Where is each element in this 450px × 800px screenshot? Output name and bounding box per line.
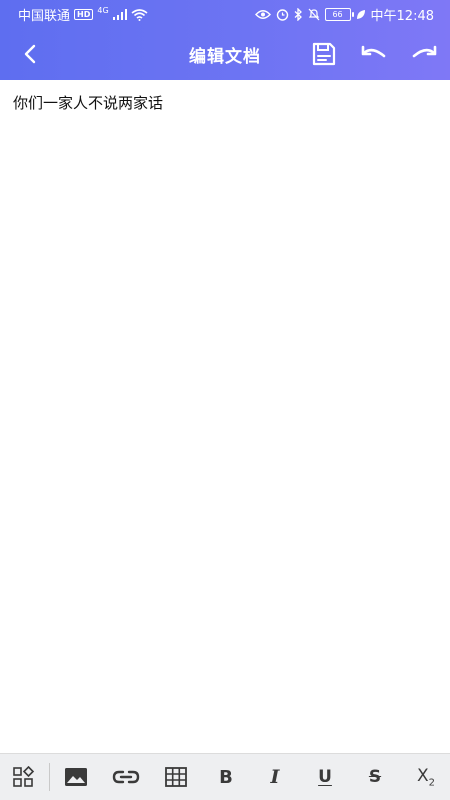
more-tools-button[interactable] (8, 762, 40, 792)
subscript-base: X (416, 765, 429, 786)
clock: 中午12:48 (370, 9, 434, 24)
save-icon (312, 42, 336, 66)
strikethrough-button[interactable]: S (359, 762, 391, 792)
widgets-icon (13, 766, 35, 787)
undo-icon (361, 45, 386, 58)
bold-icon: B (219, 766, 233, 788)
alarm-icon (276, 9, 288, 21)
table-icon (165, 767, 187, 787)
underline-icon: U (318, 767, 332, 787)
toolbar-divider (49, 763, 50, 791)
eye-icon (254, 10, 271, 19)
insert-table-button[interactable] (160, 762, 192, 792)
insert-link-button[interactable] (110, 762, 142, 792)
leaf-icon (356, 10, 365, 19)
format-toolbar: B I U S X2 (0, 753, 450, 800)
bluetooth-icon (294, 8, 302, 21)
document-text[interactable]: 你们一家人不说两家话 (13, 92, 163, 113)
carrier-label: 中国联通 (18, 9, 71, 24)
mute-icon (308, 8, 319, 21)
strikethrough-icon: S (368, 767, 382, 787)
redo-button[interactable] (408, 38, 440, 70)
redo-icon (412, 45, 437, 58)
signal-icon (112, 9, 127, 20)
app-header: 中国联通 HD 4G 66 中午12:48 编辑文档 (0, 0, 450, 80)
document-editor[interactable]: 你们一家人不说两家话 (0, 80, 450, 754)
italic-icon: I (270, 766, 280, 788)
undo-button[interactable] (358, 38, 390, 70)
insert-image-button[interactable] (60, 762, 92, 792)
hd-badge: HD (74, 9, 94, 20)
image-icon (65, 768, 87, 786)
status-left: 中国联通 HD 4G (18, 5, 148, 24)
save-button[interactable] (308, 38, 340, 70)
battery-indicator: 66 (324, 8, 354, 21)
bold-button[interactable]: B (210, 762, 242, 792)
network-type: 4G (97, 6, 109, 15)
subscript-icon: X2 (417, 766, 435, 788)
status-right: 66 中午12:48 (254, 5, 434, 24)
underline-button[interactable]: U (309, 762, 341, 792)
italic-button[interactable]: I (259, 762, 291, 792)
status-bar: 中国联通 HD 4G 66 中午12:48 (0, 0, 450, 26)
wifi-icon (131, 8, 148, 21)
subscript-index: 2 (428, 777, 436, 789)
subscript-button[interactable]: X2 (410, 762, 442, 792)
link-icon (112, 770, 140, 784)
